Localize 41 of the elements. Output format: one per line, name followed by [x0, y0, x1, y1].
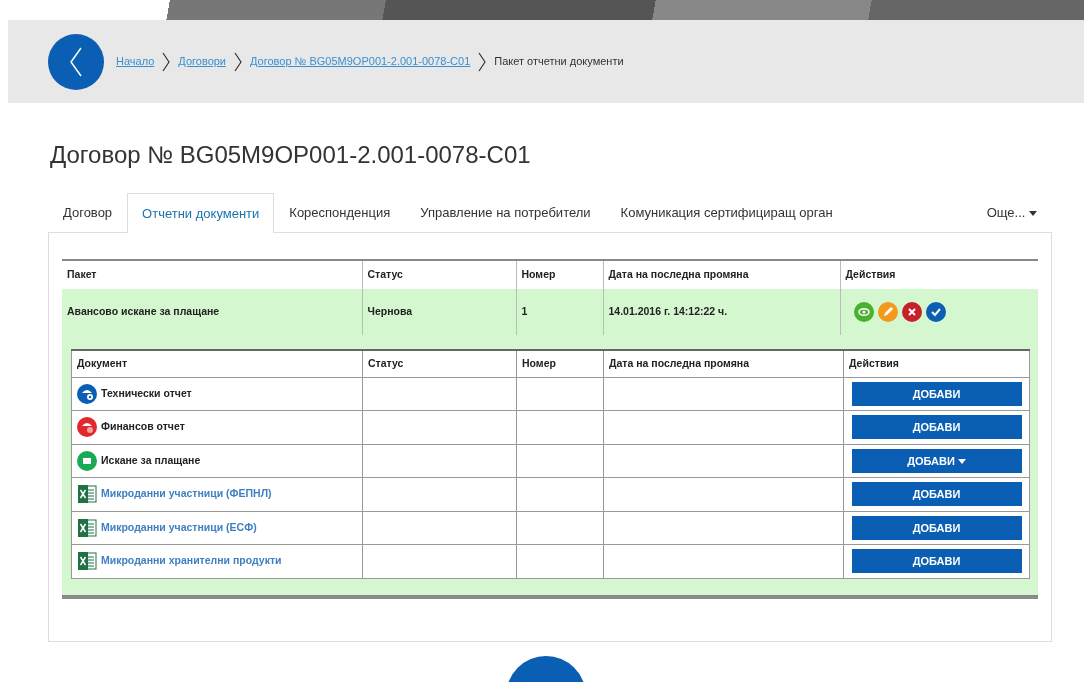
- tab[interactable]: Кореспонденция: [274, 191, 406, 233]
- add-button[interactable]: ДОБАВИ: [851, 415, 1022, 440]
- more-tab[interactable]: Още...: [971, 191, 1052, 233]
- tab[interactable]: Отчетни документи: [127, 192, 275, 234]
- document-name: Искане за плащане: [101, 452, 201, 468]
- document-name: Финансов отчет: [101, 419, 185, 435]
- add-button[interactable]: ДОБАВИ: [851, 448, 1022, 473]
- close-icon[interactable]: [901, 302, 922, 323]
- caret-icon: [1029, 210, 1037, 216]
- column-header: Номер: [516, 350, 604, 378]
- wallet-icon: [77, 450, 97, 471]
- breadcrumb-current: Пакет отчетни документи: [494, 54, 624, 70]
- chevron-icon: [162, 51, 171, 72]
- spreadsheet-icon: [77, 517, 97, 538]
- tab[interactable]: Договор: [48, 191, 128, 233]
- report-icon: [77, 383, 97, 404]
- caret-icon: [957, 459, 966, 465]
- add-button[interactable]: ДОБАВИ: [851, 482, 1022, 507]
- add-button[interactable]: ДОБАВИ: [851, 549, 1022, 574]
- table-cell: 1: [516, 289, 603, 336]
- chevron-icon: [234, 51, 242, 72]
- document-name: Технически отчет: [101, 385, 192, 401]
- tab[interactable]: Управление на потребители: [405, 191, 606, 233]
- check-icon[interactable]: [925, 302, 946, 323]
- column-header: Действия: [843, 350, 1030, 378]
- spreadsheet-icon: [77, 484, 97, 505]
- back-icon: [68, 45, 84, 78]
- add-button[interactable]: ДОБАВИ: [851, 515, 1022, 540]
- column-header: Статус: [362, 350, 517, 378]
- report-icon: [77, 417, 97, 438]
- table-cell: 14.01.2016 г. 14:12:22 ч.: [603, 289, 840, 336]
- add-button[interactable]: ДОБАВИ: [851, 381, 1022, 406]
- spreadsheet-icon: [77, 551, 97, 572]
- view-icon[interactable]: [853, 302, 874, 323]
- table-cell: Авансово искане за плащане: [62, 289, 362, 336]
- table-cell: Чернова: [362, 289, 516, 336]
- tab[interactable]: Комуникация сертифициращ орган: [605, 191, 848, 233]
- column-header: Документ: [71, 350, 363, 378]
- column-header: Дата на последна промяна: [603, 350, 844, 378]
- chevron-icon: [478, 51, 487, 72]
- page-title: Договор № BG05M9OP001-2.001-0078-C01: [50, 141, 532, 170]
